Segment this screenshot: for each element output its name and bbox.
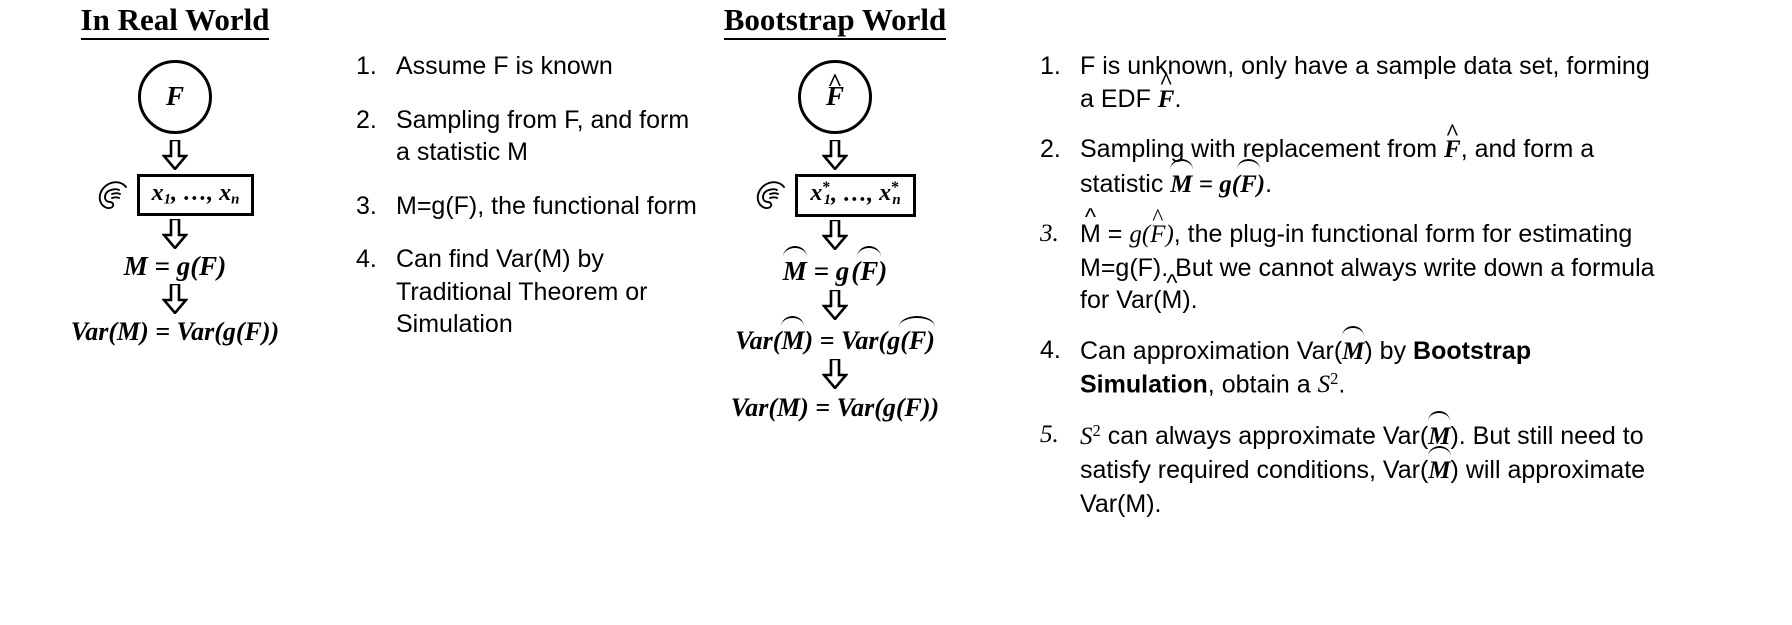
left-step-4-number: 4. xyxy=(356,245,377,273)
bootstrap-step-5-text: S2 can always approximate Var(M). But st… xyxy=(1080,411,1660,521)
real-world-sample-box: x1, …, xn xyxy=(136,173,255,216)
arrow-bootstrap-statistic-to-variance xyxy=(640,289,1030,320)
bootstrap-column-title: Bootstrap World xyxy=(723,3,947,40)
left-step-2-number: 2. xyxy=(356,105,377,134)
arrow-bootstrap-sample-to-statistic xyxy=(640,219,1030,250)
arrow-fhat-to-sample xyxy=(640,139,1030,170)
bootstrap-step-4-text: Can approximation Var(M) by Bootstrap Si… xyxy=(1080,326,1660,402)
down-block-arrow-icon xyxy=(822,219,848,250)
bootstrap-sample-row: x*1, …, x*n xyxy=(640,173,1030,217)
arrow-statistic-to-variance xyxy=(0,283,350,314)
arrow-f-to-sample xyxy=(0,139,350,170)
arrow-bootstrap-to-true-variance xyxy=(640,358,1030,389)
down-block-arrow-icon xyxy=(822,358,848,389)
left-step-1-text: Assume F is known xyxy=(396,52,613,80)
bootstrap-variance-hat-formula: Var(M) = Var(g(F) xyxy=(640,316,1030,356)
bootstrap-step-4-number: 4. xyxy=(1040,335,1061,364)
down-block-arrow-icon xyxy=(162,139,188,170)
left-step-1-number: 1. xyxy=(356,52,377,80)
real-world-distribution-node: F xyxy=(0,59,350,134)
bootstrap-step-1-text: F is unknown, only have a sample data se… xyxy=(1080,52,1650,113)
real-world-statistic-formula: M = g(F) xyxy=(123,250,227,281)
bootstrap-distribution-node: F ^ xyxy=(640,59,1030,134)
arrow-sample-to-statistic xyxy=(0,218,350,249)
bootstrap-column: Bootstrap World F ^ x*1, …, x*n M = g(F)… xyxy=(640,0,1030,540)
bootstrap-simulation-emphasis: Bootstrap Simulation xyxy=(1080,336,1532,399)
bootstrap-step-3: 3. M ^ = g(F ^), the plug-in functional fo… xyxy=(1040,203,1660,317)
bootstrap-step-2-number: 2. xyxy=(1040,135,1061,163)
bootstrap-step-1-number: 1. xyxy=(1040,52,1061,80)
left-column: In Real World F x1, …, xn M = g(F) Var(M… xyxy=(0,0,350,460)
down-block-arrow-icon xyxy=(822,289,848,320)
bootstrap-step-5: 5. S2 can always approximate Var(M). But… xyxy=(1040,411,1660,521)
bootstrap-true-variance-formula: Var(M) = Var(g(F)) xyxy=(730,392,940,422)
bootstrap-step-3-number: 3. xyxy=(1040,220,1059,247)
real-world-sample-row: x1, …, xn xyxy=(0,173,350,216)
edf-symbol: F ^ xyxy=(825,67,844,112)
down-block-arrow-icon xyxy=(162,283,188,314)
bootstrap-step-3-text: M ^ = g(F ^), the plug-in functional form … xyxy=(1080,203,1655,314)
bootstrap-step-2-text: Sampling with replacement from F ^, and f… xyxy=(1080,119,1595,198)
bootstrap-step-1: 1. F is unknown, only have a sample data… xyxy=(1040,50,1660,116)
hand-grab-icon xyxy=(757,181,786,210)
left-step-3-number: 3. xyxy=(356,191,377,220)
real-world-variance-formula: Var(M) = Var(g(F)) xyxy=(70,316,280,346)
down-block-arrow-icon xyxy=(162,218,188,249)
bootstrap-statistic-formula: M = g(F) xyxy=(640,245,1030,287)
bootstrap-steps-list: 1. F is unknown, only have a sample data… xyxy=(1040,50,1660,537)
bootstrap-step-4: 4. Can approximation Var(M) by Bootstrap… xyxy=(1040,326,1660,402)
hand-grab-icon xyxy=(98,180,127,209)
distribution-symbol: F xyxy=(165,81,184,112)
down-block-arrow-icon xyxy=(822,139,848,170)
left-column-title: In Real World xyxy=(80,3,270,40)
bootstrap-step-5-number: 5. xyxy=(1040,420,1059,448)
bootstrap-step-2: 2. Sampling with replacement from F ^, an… xyxy=(1040,119,1660,201)
bootstrap-sample-box: x*1, …, x*n xyxy=(795,173,916,217)
